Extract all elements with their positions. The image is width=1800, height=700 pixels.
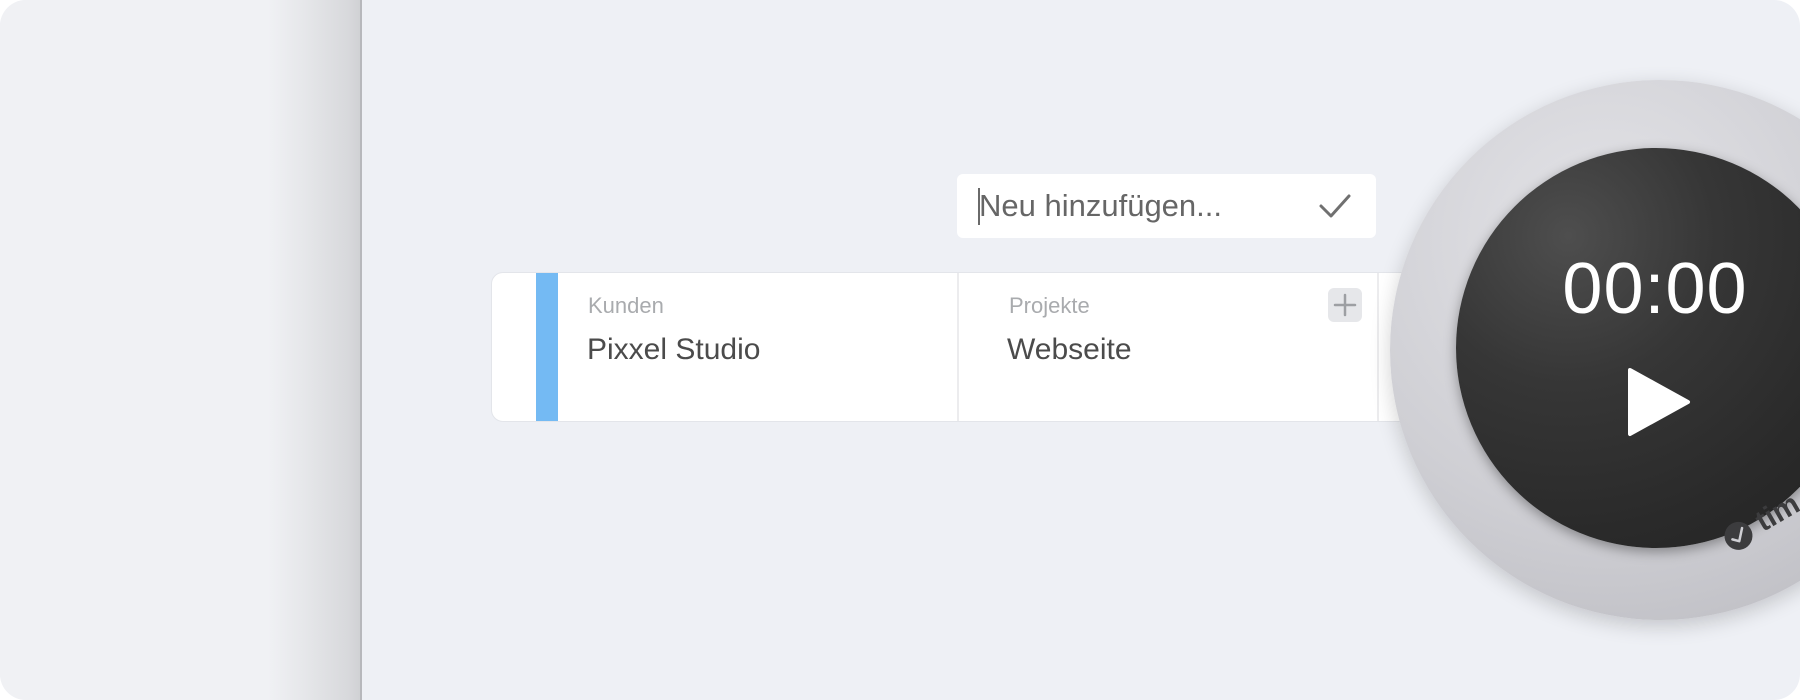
entry-color-bar: [536, 273, 558, 421]
app-window: Kunden Pixxel Studio Projekte Webseite 0…: [0, 0, 1800, 700]
project-value[interactable]: Webseite: [1007, 333, 1132, 367]
brand-name: tim: [1749, 487, 1800, 539]
column-divider: [1377, 273, 1379, 421]
plus-icon[interactable]: [1328, 288, 1362, 322]
project-label: Projekte: [1009, 293, 1090, 318]
checkmark-icon[interactable]: [1317, 188, 1353, 224]
sidebar-divider: [360, 0, 362, 700]
client-value[interactable]: Pixxel Studio: [587, 333, 760, 367]
play-icon[interactable]: [1616, 362, 1696, 442]
sidebar-panel: [0, 0, 362, 700]
add-new-field[interactable]: [957, 174, 1376, 238]
timer-display: 00:00: [1562, 249, 1748, 329]
client-label: Kunden: [588, 293, 664, 318]
add-new-input[interactable]: [979, 182, 1309, 230]
column-divider: [957, 273, 959, 421]
